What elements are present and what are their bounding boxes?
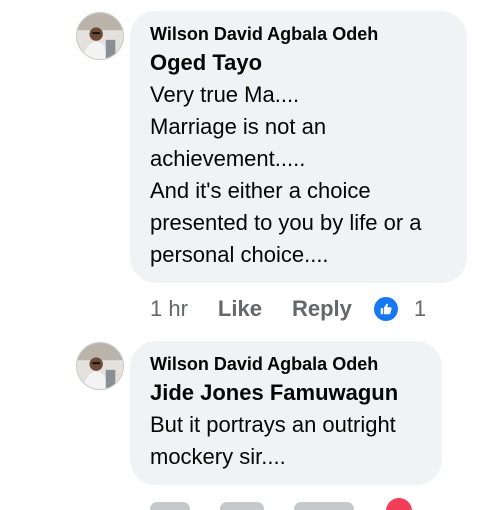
cutoff-reply-button: [294, 502, 354, 510]
cutoff-timestamp: [150, 502, 190, 510]
comment-line: achievement.....: [150, 146, 306, 171]
cutoff-like-button: [220, 502, 264, 510]
thumbs-up-icon: [371, 295, 400, 323]
comment-line: Marriage is not an: [150, 114, 327, 139]
avatar[interactable]: [76, 342, 124, 390]
comment-line: And it's either a choice: [150, 178, 371, 203]
reply-button[interactable]: Reply: [292, 296, 352, 322]
reaction-count: 1: [413, 296, 427, 321]
comment-bubble: Wilson David Agbala Odeh Jide Jones Famu…: [130, 341, 442, 485]
comment-timestamp[interactable]: 1 hr: [150, 296, 188, 322]
heart-reaction-icon: [386, 498, 412, 510]
comment-text: But it portrays an outright mockery sir.…: [150, 409, 422, 473]
avatar[interactable]: [76, 12, 124, 60]
comment-line: presented to you by life or a: [150, 210, 422, 235]
comment-actions: 1 hr Like Reply 1: [150, 294, 426, 324]
comment-author[interactable]: Wilson David Agbala Odeh: [150, 21, 447, 47]
reaction-summary[interactable]: 1: [371, 295, 427, 323]
comment-line: personal choice....: [150, 242, 329, 267]
comment-actions-cutoff: [150, 496, 450, 510]
like-button[interactable]: Like: [218, 296, 262, 322]
comment-line: Very true Ma....: [150, 82, 300, 107]
mentioned-user[interactable]: Jide Jones Famuwagun: [150, 377, 422, 409]
comment-bubble: Wilson David Agbala Odeh Oged Tayo Very …: [130, 11, 467, 283]
comment-text: Very true Ma.... Marriage is not an achi…: [150, 79, 447, 271]
comment-author[interactable]: Wilson David Agbala Odeh: [150, 351, 422, 377]
comment-line: But it portrays an outright: [150, 412, 396, 437]
comment-line: mockery sir....: [150, 444, 286, 469]
mentioned-user[interactable]: Oged Tayo: [150, 47, 447, 79]
